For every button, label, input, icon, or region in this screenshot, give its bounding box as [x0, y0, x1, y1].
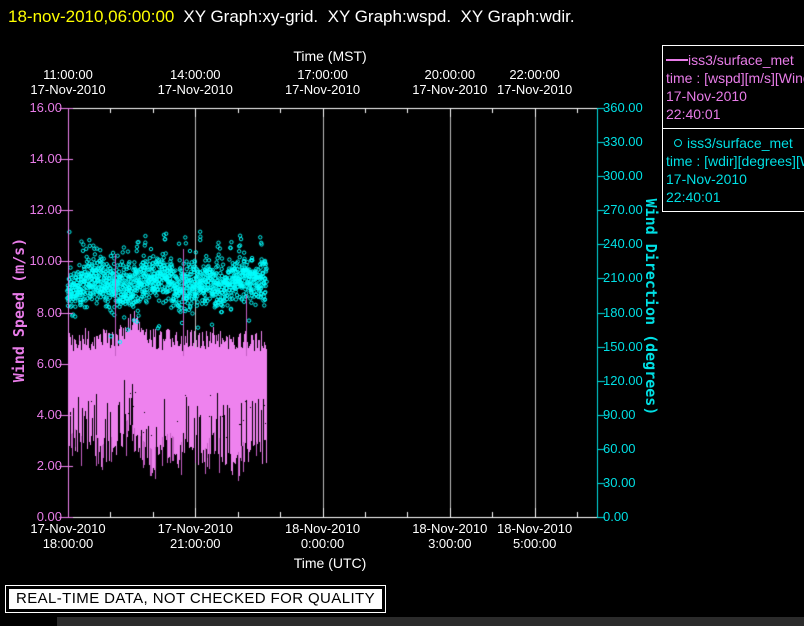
xy-plot-area[interactable] [0, 0, 804, 626]
xy-graph-window: { "window": { "title_datetime": "18-nov-… [0, 0, 804, 626]
